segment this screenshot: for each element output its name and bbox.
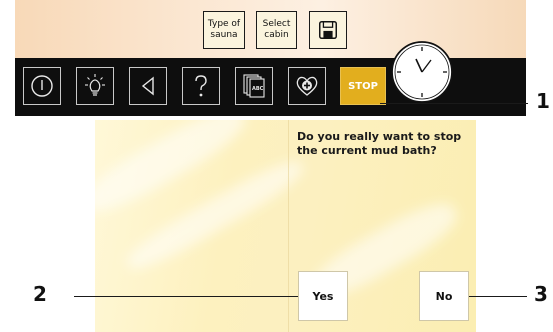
yes-label: Yes	[312, 289, 334, 303]
floppy-disk-icon	[319, 21, 337, 39]
yes-button[interactable]: Yes	[298, 271, 348, 321]
light-button[interactable]	[76, 67, 114, 105]
callout-number-3: 3	[534, 282, 548, 306]
light-bulb-icon	[85, 74, 105, 96]
no-label: No	[435, 289, 453, 303]
callout-line-2	[74, 296, 298, 297]
callout-number-2: 2	[33, 282, 47, 306]
power-button[interactable]	[23, 67, 61, 105]
favorites-button[interactable]	[288, 67, 326, 105]
select-cabin-button[interactable]: Select cabin	[256, 11, 297, 49]
back-arrow-icon	[141, 76, 154, 96]
clock-icon	[391, 41, 453, 103]
type-of-sauna-label: Type of sauna	[207, 19, 241, 40]
documents-abc-text: ABC	[252, 86, 264, 92]
select-cabin-label: Select cabin	[262, 19, 291, 40]
confirmation-question: Do you really want to stop the current m…	[297, 130, 462, 157]
callout-line-3	[469, 296, 527, 297]
power-icon	[31, 75, 53, 97]
no-button[interactable]: No	[419, 271, 469, 321]
stop-label: STOP	[348, 80, 378, 92]
back-button[interactable]	[129, 67, 167, 105]
callout-line-1	[380, 103, 528, 104]
heart-plus-icon	[296, 76, 318, 96]
help-button[interactable]	[182, 67, 220, 105]
documents-button[interactable]: ABC	[235, 67, 273, 105]
help-icon	[195, 75, 207, 97]
documents-abc-icon: ABC	[243, 74, 265, 98]
save-button[interactable]	[309, 11, 347, 49]
type-of-sauna-button[interactable]: Type of sauna	[203, 11, 245, 49]
stop-button[interactable]: STOP	[340, 67, 386, 105]
callout-number-1: 1	[536, 89, 550, 113]
